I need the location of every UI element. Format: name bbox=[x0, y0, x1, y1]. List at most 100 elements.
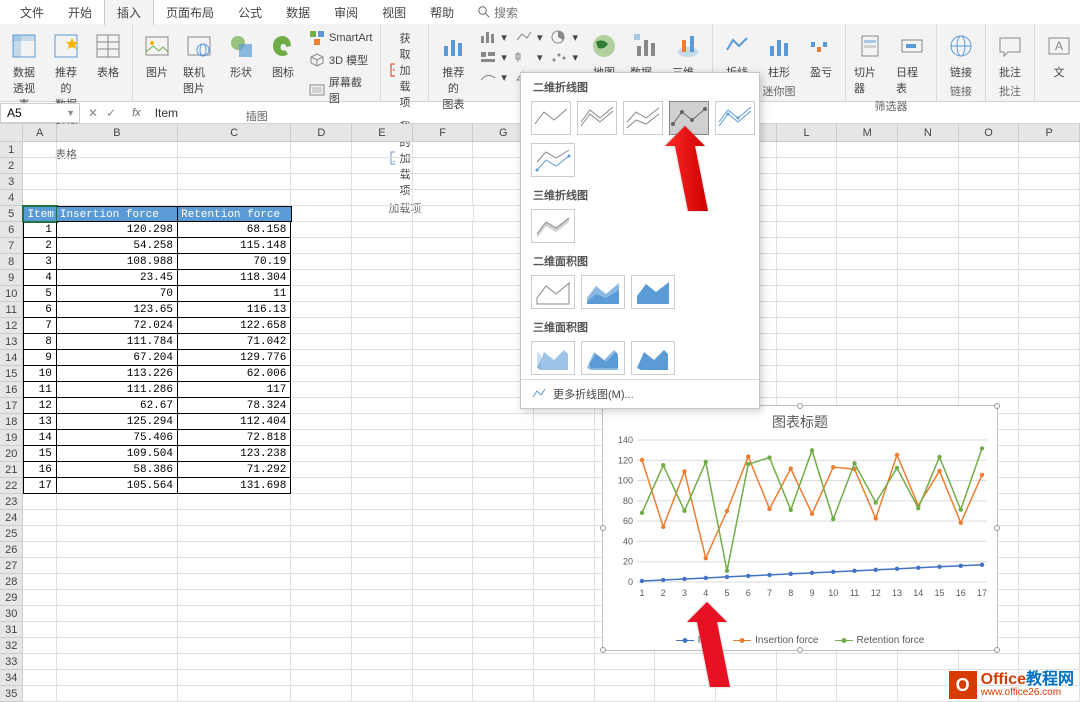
online-picture-button[interactable]: 联机图片 bbox=[181, 28, 217, 98]
row-header[interactable]: 31 bbox=[0, 622, 23, 638]
cell[interactable] bbox=[291, 462, 352, 478]
slicer-button[interactable]: 切片器 bbox=[852, 28, 888, 98]
cell[interactable] bbox=[178, 158, 291, 174]
cell[interactable] bbox=[777, 270, 838, 286]
col-header-N[interactable]: N bbox=[898, 124, 959, 142]
cell[interactable] bbox=[178, 510, 291, 526]
cell[interactable] bbox=[352, 158, 413, 174]
cell[interactable] bbox=[777, 302, 838, 318]
cell[interactable] bbox=[413, 558, 474, 574]
cell[interactable] bbox=[352, 270, 413, 286]
cell[interactable]: Insertion force bbox=[57, 206, 178, 222]
cell[interactable] bbox=[57, 510, 178, 526]
cell[interactable] bbox=[57, 686, 178, 702]
cell[interactable] bbox=[959, 286, 1020, 302]
cell[interactable] bbox=[23, 686, 56, 702]
cell[interactable] bbox=[23, 670, 56, 686]
cell[interactable] bbox=[898, 366, 959, 382]
cell[interactable] bbox=[959, 350, 1020, 366]
cell[interactable] bbox=[352, 350, 413, 366]
cell[interactable] bbox=[291, 142, 352, 158]
cell[interactable]: 111.286 bbox=[57, 382, 178, 398]
cell[interactable] bbox=[1019, 478, 1080, 494]
cell[interactable] bbox=[777, 654, 838, 670]
cell[interactable] bbox=[178, 670, 291, 686]
cell[interactable] bbox=[57, 174, 178, 190]
row-header[interactable]: 7 bbox=[0, 238, 23, 254]
cell[interactable] bbox=[959, 654, 1020, 670]
smartart-button[interactable]: SmartArt bbox=[307, 28, 374, 48]
cell[interactable] bbox=[837, 350, 898, 366]
cell[interactable] bbox=[473, 414, 534, 430]
tab-home[interactable]: 开始 bbox=[56, 0, 104, 25]
cell[interactable] bbox=[837, 174, 898, 190]
cell[interactable] bbox=[1019, 398, 1080, 414]
cell[interactable] bbox=[23, 174, 56, 190]
cell[interactable] bbox=[777, 350, 838, 366]
cell[interactable] bbox=[178, 542, 291, 558]
cell[interactable]: 10 bbox=[23, 366, 56, 382]
col-header-L[interactable]: L bbox=[777, 124, 838, 142]
cell[interactable]: 113.226 bbox=[57, 366, 178, 382]
cell[interactable] bbox=[473, 574, 534, 590]
cell[interactable] bbox=[413, 270, 474, 286]
cell[interactable] bbox=[352, 382, 413, 398]
cell[interactable] bbox=[23, 526, 56, 542]
cell[interactable] bbox=[352, 526, 413, 542]
cell[interactable] bbox=[534, 558, 595, 574]
cell[interactable] bbox=[57, 574, 178, 590]
cell[interactable] bbox=[291, 238, 352, 254]
row-header[interactable]: 28 bbox=[0, 574, 23, 590]
cell[interactable] bbox=[777, 286, 838, 302]
row-header[interactable]: 3 bbox=[0, 174, 23, 190]
cell[interactable] bbox=[959, 302, 1020, 318]
cell[interactable] bbox=[23, 494, 56, 510]
cell[interactable] bbox=[777, 670, 838, 686]
cell[interactable] bbox=[413, 526, 474, 542]
cell[interactable]: 112.404 bbox=[178, 414, 291, 430]
cell[interactable] bbox=[1019, 446, 1080, 462]
cell[interactable] bbox=[57, 494, 178, 510]
name-box[interactable]: A5▼ bbox=[0, 103, 80, 123]
sparkline-column-button[interactable]: 柱形 bbox=[761, 28, 797, 82]
line-chart-thumb-1[interactable] bbox=[531, 101, 571, 135]
cell[interactable] bbox=[777, 206, 838, 222]
cell[interactable] bbox=[837, 286, 898, 302]
cell[interactable] bbox=[534, 414, 595, 430]
cell[interactable] bbox=[352, 334, 413, 350]
cell[interactable] bbox=[473, 558, 534, 574]
cell[interactable] bbox=[291, 654, 352, 670]
cell[interactable] bbox=[352, 398, 413, 414]
3d-area-thumb-3[interactable] bbox=[631, 341, 675, 375]
cell[interactable] bbox=[413, 142, 474, 158]
screenshot-button[interactable]: 屏幕截图 bbox=[307, 72, 374, 108]
cell[interactable] bbox=[898, 254, 959, 270]
row-header[interactable]: 1 bbox=[0, 142, 23, 158]
cell[interactable] bbox=[1019, 526, 1080, 542]
row-header[interactable]: 32 bbox=[0, 638, 23, 654]
cell[interactable] bbox=[898, 654, 959, 670]
cell[interactable] bbox=[1019, 286, 1080, 302]
fx-button[interactable]: fx bbox=[124, 107, 149, 119]
cell[interactable] bbox=[413, 478, 474, 494]
cell[interactable] bbox=[837, 302, 898, 318]
cell[interactable]: 117 bbox=[178, 382, 291, 398]
area-thumb-1[interactable] bbox=[531, 275, 575, 309]
cell[interactable] bbox=[898, 190, 959, 206]
cell[interactable] bbox=[959, 174, 1020, 190]
tab-review[interactable]: 审阅 bbox=[322, 0, 370, 25]
row-header[interactable]: 16 bbox=[0, 382, 23, 398]
cell[interactable] bbox=[352, 638, 413, 654]
cell[interactable]: 5 bbox=[23, 286, 56, 302]
cell[interactable] bbox=[1019, 238, 1080, 254]
cell[interactable] bbox=[413, 606, 474, 622]
cell[interactable]: 67.204 bbox=[57, 350, 178, 366]
cell[interactable] bbox=[178, 574, 291, 590]
cell[interactable] bbox=[178, 590, 291, 606]
cell[interactable] bbox=[23, 606, 56, 622]
cell[interactable] bbox=[595, 670, 656, 686]
row-header[interactable]: 34 bbox=[0, 670, 23, 686]
cell[interactable] bbox=[413, 398, 474, 414]
cell[interactable] bbox=[1019, 142, 1080, 158]
cell[interactable] bbox=[291, 270, 352, 286]
